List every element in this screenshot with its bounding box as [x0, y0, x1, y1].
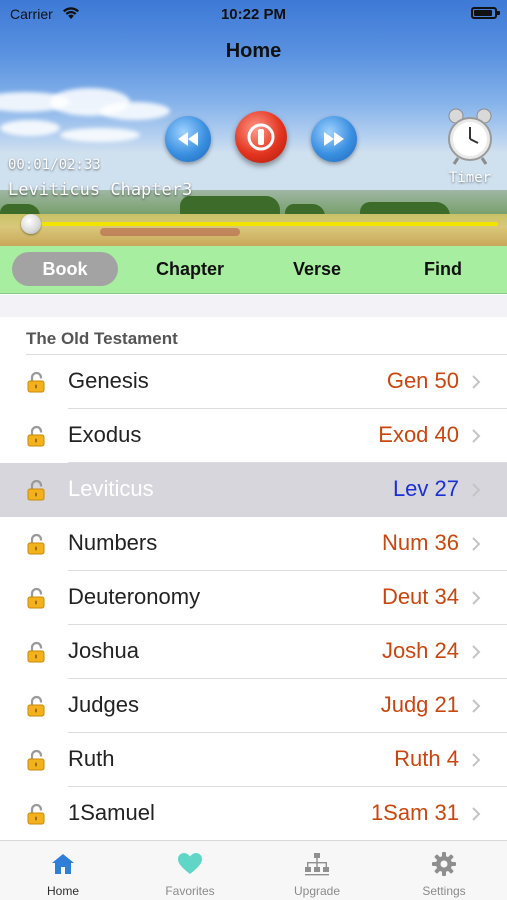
chapter-count: Ruth 4: [394, 746, 459, 771]
chevron-right-icon: [472, 699, 481, 713]
rewind-button[interactable]: [165, 116, 211, 162]
chevron-right-icon: [472, 375, 481, 389]
unlocked-padlock-icon: [27, 371, 45, 393]
home-icon: [52, 854, 74, 874]
progress-bar[interactable]: [28, 222, 498, 226]
section-header: The Old Testament: [26, 329, 178, 348]
chevron-right-icon: [472, 753, 481, 767]
battery-icon: [471, 7, 500, 19]
unlocked-padlock-icon: [27, 641, 45, 663]
chevron-right-icon: [472, 591, 481, 605]
book-name: Joshua: [68, 638, 139, 663]
list-item[interactable]: 1Samuel 1Sam 31: [0, 787, 507, 840]
chapter-count: Judg 21: [380, 692, 459, 717]
cloud: [0, 120, 60, 136]
list-item[interactable]: Deuteronomy Deut 34: [0, 571, 507, 625]
chapter-count: 1Sam 31: [370, 800, 459, 825]
track-title: Leviticus Chapter3: [8, 180, 193, 200]
page-title: Home: [225, 40, 282, 62]
tab-home[interactable]: Home: [0, 841, 126, 900]
book-name: Exodus: [68, 422, 142, 447]
landscape-field: [100, 228, 240, 236]
heart-icon: [178, 853, 202, 874]
chevron-right-icon: [472, 537, 481, 551]
unlocked-padlock-icon: [27, 533, 45, 555]
hierarchy-icon: [305, 853, 329, 876]
book-name: Judges: [68, 692, 139, 717]
power-icon: [247, 123, 275, 151]
unlocked-padlock-icon: [27, 695, 45, 717]
tab-favorites[interactable]: Favorites: [127, 841, 253, 900]
book-name: Numbers: [68, 530, 158, 555]
list-item[interactable]: Joshua Josh 24: [0, 625, 507, 679]
chapter-count: Gen 50: [386, 368, 459, 393]
tab-label: Upgrade: [293, 884, 341, 898]
cloud: [60, 128, 140, 142]
book-name: Genesis: [68, 368, 149, 393]
gear-icon: [432, 852, 456, 876]
landscape-field: [0, 214, 507, 246]
book-name: Leviticus: [68, 476, 154, 501]
book-list: The Old Testament Genesis Gen 50 Exodus Exo…: [0, 295, 507, 840]
chapter-count: Josh 24: [381, 638, 459, 663]
tab-label: Favorites: [165, 884, 215, 898]
segment-verse[interactable]: Verse: [270, 252, 364, 286]
tab-upgrade[interactable]: Upgrade: [254, 841, 380, 900]
chevron-right-icon: [472, 807, 481, 821]
play-pause-button[interactable]: [235, 111, 287, 163]
fast-forward-icon: [324, 132, 344, 146]
segment-find[interactable]: Find: [396, 252, 490, 286]
list-item[interactable]: Judges Judg 21: [0, 679, 507, 733]
list-item[interactable]: Genesis Gen 50: [0, 355, 507, 409]
unlocked-padlock-icon: [27, 479, 45, 501]
fast-forward-button[interactable]: [311, 116, 357, 162]
list-item[interactable]: Ruth Ruth 4: [0, 733, 507, 787]
alarm-clock-icon: [448, 108, 492, 165]
player-header: Carrier 10:22 PM Home Timer 00:01/02:33 …: [0, 0, 507, 246]
chevron-right-icon: [472, 429, 481, 443]
tab-label: Home: [46, 884, 79, 898]
unlocked-padlock-icon: [27, 425, 45, 447]
book-name: Ruth: [68, 746, 115, 771]
segmented-control: Book Chapter Verse Find: [0, 246, 507, 294]
elapsed-time: 00:01/02:33: [8, 157, 101, 173]
progress-thumb[interactable]: [21, 214, 42, 234]
unlocked-padlock-icon: [27, 803, 45, 825]
rewind-icon: [178, 132, 198, 146]
chapter-count: Num 36: [381, 530, 459, 555]
chevron-right-icon: [472, 645, 481, 659]
tab-settings[interactable]: Settings: [381, 841, 507, 900]
unlocked-padlock-icon: [27, 749, 45, 771]
book-name: Deuteronomy: [68, 584, 201, 609]
tab-bar: Home Favorites Upgrade Settings: [0, 840, 507, 900]
segment-book[interactable]: Book: [12, 252, 118, 286]
list-item[interactable]: Leviticus Lev 27: [0, 463, 507, 517]
book-name: 1Samuel: [68, 800, 155, 825]
status-time: 10:22 PM: [220, 6, 287, 23]
list-item[interactable]: Exodus Exod 40: [0, 409, 507, 463]
timer-button[interactable]: Timer: [444, 106, 496, 190]
tab-label: Settings: [422, 884, 466, 898]
list-item[interactable]: Numbers Num 36: [0, 517, 507, 571]
cloud: [100, 102, 170, 120]
chapter-count: Deut 34: [381, 584, 459, 609]
chapter-count: Lev 27: [392, 476, 459, 501]
unlocked-padlock-icon: [27, 587, 45, 609]
timer-label: Timer: [448, 170, 492, 186]
segment-chapter[interactable]: Chapter: [140, 252, 240, 286]
chevron-right-icon: [472, 483, 481, 497]
status-bar: Carrier 10:22 PM: [0, 0, 507, 28]
chapter-count: Exod 40: [378, 422, 459, 447]
